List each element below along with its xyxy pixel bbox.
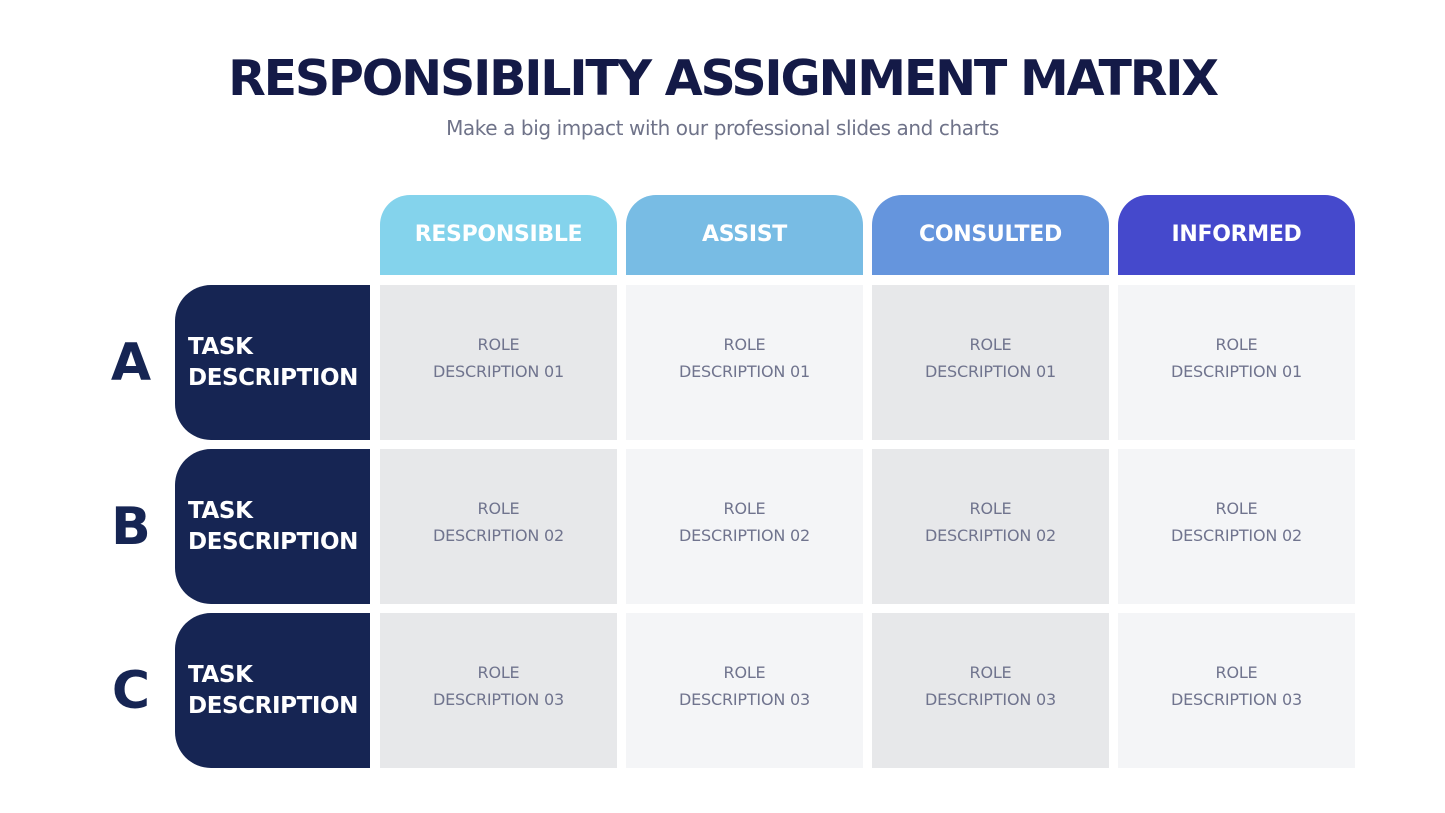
- cell-line1: ROLE: [969, 334, 1012, 354]
- page-subtitle: Make a big impact with our professional …: [446, 116, 999, 140]
- cell-line1: ROLE: [723, 334, 766, 354]
- task-label-line2: DESCRIPTION: [188, 364, 359, 391]
- matrix-cell-b-responsible: ROLE DESCRIPTION 02: [380, 449, 617, 604]
- task-label-line2: DESCRIPTION: [188, 528, 359, 555]
- cell-line2: DESCRIPTION 02: [433, 525, 564, 545]
- row-letter-c: C: [111, 660, 151, 721]
- cell-line1: ROLE: [969, 662, 1012, 682]
- cell-line1: ROLE: [1215, 334, 1258, 354]
- column-header-responsible: RESPONSIBLE: [380, 195, 617, 275]
- task-box-c: TASK DESCRIPTION: [175, 613, 370, 768]
- task-label-line2: DESCRIPTION: [188, 692, 359, 719]
- matrix-cell-c-responsible: ROLE DESCRIPTION 03: [380, 613, 617, 768]
- cell-line2: DESCRIPTION 03: [433, 689, 564, 709]
- cell-line2: DESCRIPTION 02: [925, 525, 1056, 545]
- column-header-informed: INFORMED: [1118, 195, 1355, 275]
- task-box-a: TASK DESCRIPTION: [175, 285, 370, 440]
- cell-line2: DESCRIPTION 01: [679, 361, 810, 381]
- matrix-cell-c-assist: ROLE DESCRIPTION 03: [626, 613, 863, 768]
- cell-line1: ROLE: [723, 662, 766, 682]
- task-label-line1: TASK: [188, 497, 253, 524]
- page-title: RESPONSIBILITY ASSIGNMENT MATRIX: [228, 50, 1219, 107]
- task-label-line1: TASK: [188, 333, 253, 360]
- matrix-cell-a-consulted: ROLE DESCRIPTION 01: [872, 285, 1109, 440]
- matrix-cell-a-assist: ROLE DESCRIPTION 01: [626, 285, 863, 440]
- task-box-b: TASK DESCRIPTION: [175, 449, 370, 604]
- cell-line2: DESCRIPTION 03: [925, 689, 1056, 709]
- cell-line2: DESCRIPTION 01: [925, 361, 1056, 381]
- cell-line1: ROLE: [1215, 498, 1258, 518]
- cell-line2: DESCRIPTION 01: [433, 361, 564, 381]
- column-header-consulted: CONSULTED: [872, 195, 1109, 275]
- cell-line1: ROLE: [477, 498, 520, 518]
- column-header-assist: ASSIST: [626, 195, 863, 275]
- cell-line1: ROLE: [723, 498, 766, 518]
- cell-line2: DESCRIPTION 01: [1171, 361, 1302, 381]
- cell-line1: ROLE: [477, 334, 520, 354]
- matrix-cell-c-consulted: ROLE DESCRIPTION 03: [872, 613, 1109, 768]
- cell-line1: ROLE: [1215, 662, 1258, 682]
- cell-line2: DESCRIPTION 03: [1171, 689, 1302, 709]
- cell-line2: DESCRIPTION 02: [1171, 525, 1302, 545]
- cell-line1: ROLE: [969, 498, 1012, 518]
- matrix-cell-b-consulted: ROLE DESCRIPTION 02: [872, 449, 1109, 604]
- row-letter-b: B: [111, 496, 151, 557]
- row-letter-a: A: [110, 332, 152, 393]
- cell-line2: DESCRIPTION 02: [679, 525, 810, 545]
- matrix-cell-a-responsible: ROLE DESCRIPTION 01: [380, 285, 617, 440]
- cell-line2: DESCRIPTION 03: [679, 689, 810, 709]
- matrix-cell-a-informed: ROLE DESCRIPTION 01: [1118, 285, 1355, 440]
- task-label-line1: TASK: [188, 661, 253, 688]
- matrix-cell-b-informed: ROLE DESCRIPTION 02: [1118, 449, 1355, 604]
- matrix-cell-c-informed: ROLE DESCRIPTION 03: [1118, 613, 1355, 768]
- cell-line1: ROLE: [477, 662, 520, 682]
- matrix-cell-b-assist: ROLE DESCRIPTION 02: [626, 449, 863, 604]
